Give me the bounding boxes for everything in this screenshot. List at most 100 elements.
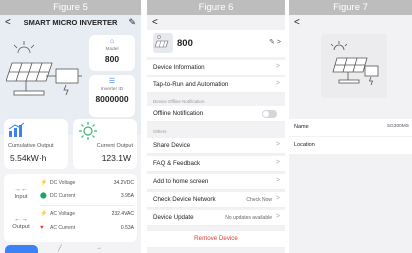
update-status: No updates available: [225, 214, 272, 221]
edit-icon[interactable]: ✎: [128, 17, 136, 28]
chevron-right-icon: >: [275, 213, 280, 220]
ac-current-label: AC Current: [50, 225, 76, 231]
inverter-dashboard: SMART MICRO INVERTER < ✎ ⌂ Model 800 ☰ I…: [0, 15, 141, 253]
offline-notification-toggle[interactable]: [262, 110, 277, 118]
menu-item-device-information[interactable]: Device Information >: [147, 60, 285, 76]
remove-device-button[interactable]: Remove Device: [147, 231, 285, 247]
current-output-card: Current Output 123.1W: [73, 119, 137, 169]
menu-item-label: Device Update: [153, 214, 194, 221]
offline-notification-label: Offline Notification: [153, 110, 204, 117]
ac-current-row: ♥ AC Current 0.53A: [40, 224, 134, 234]
home-icon: ⌂: [109, 38, 115, 45]
chevron-right-icon: >: [275, 159, 280, 166]
dashboard-header: SMART MICRO INVERTER < ✎: [0, 17, 141, 31]
device-header[interactable]: 800 ✎ >: [147, 30, 285, 57]
output-label: Output: [12, 224, 30, 230]
menu-item-label: Device Information: [153, 64, 205, 71]
section-others: Others: [153, 129, 167, 134]
chevron-right-icon: >: [275, 63, 280, 70]
ac-voltage-value: 232.4VAC: [111, 211, 134, 217]
tab-stats-icon[interactable]: ╱: [58, 245, 62, 252]
model-card: ⌂ Model 800: [89, 35, 135, 71]
menu-item-add-to-home-screen[interactable]: Add to home screen >: [147, 174, 285, 190]
ac-voltage-icon: ⚡: [40, 211, 48, 217]
inverter-id-card: ☰ Inverter ID 8000000: [89, 75, 135, 117]
dc-voltage-icon: ⚡: [40, 180, 48, 186]
section-offline-notification: Device Offline Notification: [153, 99, 205, 104]
input-arrows-icon: →←: [14, 186, 28, 193]
bar-chart-icon: [8, 122, 25, 137]
name-row[interactable]: Name SG300MS: [289, 119, 412, 136]
tab-settings-icon[interactable]: →: [96, 245, 102, 251]
figure5-panel: Figure 5 SMART MICRO INVERTER < ✎ ⌂ Mode…: [0, 0, 141, 253]
cumulative-output-value: 5.54kW·h: [10, 153, 47, 163]
menu-item-label: Share Device: [153, 142, 191, 149]
check-now-link[interactable]: Check Now: [246, 197, 272, 203]
location-label: Location: [294, 142, 315, 148]
menu-item-tap-to-run[interactable]: Tap-to-Run and Automation >: [147, 77, 285, 93]
input-label: Input: [14, 194, 28, 200]
io-divider: [40, 205, 134, 206]
inverter-id-label: Inverter ID: [100, 87, 124, 92]
cumulative-output-card: Cumulative Output 5.54kW·h: [4, 119, 68, 169]
chevron-right-icon: >: [275, 141, 280, 148]
current-output-label: Current Output: [96, 143, 133, 149]
menu-item-faq-feedback[interactable]: FAQ & Feedback >: [147, 156, 285, 172]
device-name: 800: [177, 38, 193, 49]
current-output-value: 123.1W: [101, 153, 131, 163]
list-icon: ☰: [108, 78, 116, 85]
device-thumbnail: [153, 33, 173, 53]
ac-voltage-row: ⚡ AC Voltage 232.4VAC: [40, 210, 134, 220]
menu-item-label: Tap-to-Run and Automation: [153, 81, 229, 88]
menu-item-label: Check Device Network: [153, 196, 216, 203]
figure7-caption: Figure 7: [289, 0, 412, 15]
ac-voltage-label: AC Voltage: [50, 211, 76, 217]
ac-current-value: 0.53A: [120, 225, 134, 231]
menu-item-check-device-network[interactable]: Check Device Network Check Now >: [147, 192, 285, 208]
model-value: 800: [104, 54, 120, 64]
output-arrows-icon: ←→: [14, 216, 28, 223]
input-group: →← Input: [8, 186, 34, 200]
menu-item-device-update[interactable]: Device Update No updates available >: [147, 210, 285, 226]
inverter-id-value: 8000000: [95, 94, 129, 104]
inverter-illustration: [6, 41, 82, 96]
device-image[interactable]: [321, 34, 387, 98]
chevron-right-icon: >: [275, 195, 280, 202]
page-title: SMART MICRO INVERTER: [23, 18, 118, 27]
cumulative-output-label: Cumulative Output: [8, 143, 54, 149]
dc-voltage-label: DC Voltage: [50, 180, 76, 186]
dc-voltage-row: ⚡ DC Voltage 34.2VDC: [40, 179, 134, 189]
dc-current-icon: ⬤: [40, 193, 47, 199]
edit-icon[interactable]: ✎ >: [269, 38, 281, 46]
solar-inverter-icon: [330, 41, 379, 86]
chevron-right-icon: >: [275, 80, 280, 87]
menu-item-label: FAQ & Feedback: [153, 160, 201, 167]
chevron-right-icon: >: [275, 177, 280, 184]
ac-current-icon: ♥: [40, 225, 44, 231]
menu-item-share-device[interactable]: Share Device >: [147, 138, 285, 154]
back-icon[interactable]: <: [152, 17, 158, 28]
name-value: SG300MS: [386, 124, 409, 129]
solar-panel-icon: [154, 35, 169, 48]
bottom-tab-bar: ╱ →: [0, 245, 141, 253]
figure6-panel: Figure 6 < 800 ✎ > Device Information > …: [147, 0, 285, 253]
io-card: →← Input ←→ Output ⚡ DC Voltage 34.2VDC …: [4, 174, 137, 242]
offline-notification-row: Offline Notification: [147, 106, 285, 122]
figure6-caption: Figure 6: [147, 0, 285, 15]
dc-current-value: 3.95A: [120, 193, 134, 199]
toggle-knob: [263, 111, 269, 117]
model-label: Model: [105, 47, 119, 52]
location-row[interactable]: Location: [289, 137, 412, 154]
figure5-caption: Figure 5: [0, 0, 141, 15]
dc-current-label: DC Current: [50, 193, 76, 199]
menu-item-label: Add to home screen: [153, 178, 209, 185]
name-label: Name: [294, 124, 309, 130]
dc-voltage-value: 34.2VDC: [113, 180, 134, 186]
tab-home[interactable]: [5, 245, 38, 253]
output-group: ←→ Output: [8, 216, 34, 230]
back-icon[interactable]: <: [294, 17, 300, 28]
dc-current-row: ⬤ DC Current 3.95A: [40, 192, 134, 202]
figure7-panel: Figure 7 < Name SG300MS Location: [289, 0, 412, 253]
back-icon[interactable]: <: [5, 17, 11, 28]
sun-icon: [79, 122, 97, 140]
